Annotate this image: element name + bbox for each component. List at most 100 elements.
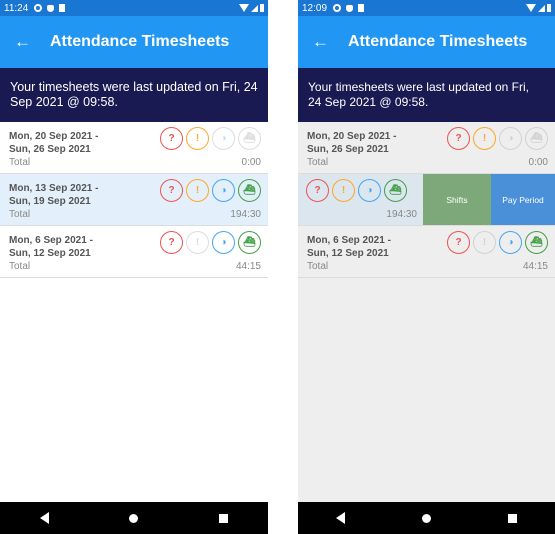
ship-icon[interactable]: ⛴ xyxy=(238,127,261,150)
total-value: 194:30 xyxy=(386,209,417,220)
settings-icon xyxy=(333,4,342,12)
week-range: Mon, 6 Sep 2021 - Sun, 12 Sep 2021 xyxy=(307,234,391,260)
nav-recents-icon[interactable] xyxy=(218,513,228,523)
week-end: Sun, 19 Sep 2021 xyxy=(9,196,91,207)
signal-icon xyxy=(538,4,545,12)
week-end: Sun, 26 Sep 2021 xyxy=(307,144,389,155)
timer-question-icon[interactable]: ? xyxy=(447,231,470,254)
timesheet-list: Mon, 20 Sep 2021 - Sun, 26 Sep 2021 ? ! … xyxy=(0,122,268,278)
nav-back-icon[interactable] xyxy=(336,512,346,524)
timer-question-icon[interactable]: ? xyxy=(306,179,329,202)
status-icons: ? ! ◑ ⛴ xyxy=(160,179,261,202)
android-nav-bar xyxy=(298,502,555,534)
week-range: Mon, 13 Sep 2021 - Sun, 19 Sep 2021 xyxy=(9,182,98,208)
status-icons: ? ! ◑ ⛴ xyxy=(447,231,548,254)
week-range: Mon, 20 Sep 2021 - Sun, 26 Sep 2021 xyxy=(9,130,98,156)
total-label: Total xyxy=(9,157,31,168)
status-icons: ? ! ◑ ⛴ xyxy=(160,127,261,150)
back-arrow-icon[interactable]: ← xyxy=(312,32,342,52)
timesheet-row[interactable]: Mon, 13 Sep 2021 - Sun, 19 Sep 2021 ? ! … xyxy=(0,174,268,226)
shifts-action-button[interactable]: Shifts xyxy=(423,174,491,225)
shield-icon xyxy=(47,4,55,12)
total-label: Total xyxy=(307,157,329,168)
timer-question-icon[interactable]: ? xyxy=(160,127,183,150)
android-nav-bar xyxy=(0,502,268,534)
wifi-icon xyxy=(239,4,249,12)
page-title: Attendance Timesheets xyxy=(50,33,230,50)
nav-home-icon[interactable] xyxy=(421,513,431,523)
meal-icon[interactable]: ◑ xyxy=(499,127,522,150)
total-label: Total xyxy=(9,209,31,220)
battery-icon xyxy=(260,4,264,12)
clock-alert-icon[interactable]: ! xyxy=(186,231,209,254)
sim-card-icon xyxy=(358,4,365,12)
last-updated-banner: Your timesheets were last updated on Fri… xyxy=(0,68,268,122)
ship-icon[interactable]: ⛴ xyxy=(525,127,548,150)
clock-alert-icon[interactable]: ! xyxy=(332,179,355,202)
status-icons: ? ! ◑ ⛴ xyxy=(160,231,261,254)
week-range: Mon, 6 Sep 2021 - Sun, 12 Sep 2021 xyxy=(9,234,93,260)
swiped-row-content[interactable]: ? ! ◑ ⛴ 194:30 xyxy=(298,174,423,225)
timesheet-list: Mon, 20 Sep 2021 - Sun, 26 Sep 2021 ? ! … xyxy=(298,122,555,278)
phone-screen-1: 11:24 ← Attendance Timesheets Your times… xyxy=(0,0,268,534)
total-value: 194:30 xyxy=(230,209,261,220)
wifi-icon xyxy=(526,4,536,12)
status-time: 11:24 xyxy=(4,2,29,14)
meal-icon[interactable]: ◑ xyxy=(358,179,381,202)
meal-icon[interactable]: ◑ xyxy=(212,179,235,202)
phone-screen-2: 12:09 ← Attendance Timesheets Your times… xyxy=(298,0,555,534)
app-bar: ← Attendance Timesheets xyxy=(0,16,268,68)
clock-alert-icon[interactable]: ! xyxy=(473,127,496,150)
clock-alert-icon[interactable]: ! xyxy=(186,127,209,150)
meal-icon[interactable]: ◑ xyxy=(499,231,522,254)
timesheet-row[interactable]: Mon, 6 Sep 2021 - Sun, 12 Sep 2021 ? ! ◑… xyxy=(0,226,268,278)
ship-icon[interactable]: ⛴ xyxy=(238,179,261,202)
total-label: Total xyxy=(307,261,329,272)
week-start: Mon, 6 Sep 2021 - xyxy=(9,235,93,246)
week-end: Sun, 12 Sep 2021 xyxy=(307,248,389,259)
status-icons: ? ! ◑ ⛴ xyxy=(306,179,407,202)
nav-recents-icon[interactable] xyxy=(507,513,517,523)
signal-icon xyxy=(251,4,258,12)
nav-home-icon[interactable] xyxy=(129,513,139,523)
meal-icon[interactable]: ◑ xyxy=(212,127,235,150)
ship-icon[interactable]: ⛴ xyxy=(238,231,261,254)
timer-question-icon[interactable]: ? xyxy=(160,179,183,202)
week-end: Sun, 12 Sep 2021 xyxy=(9,248,91,259)
clock-alert-icon[interactable]: ! xyxy=(186,179,209,202)
timer-question-icon[interactable]: ? xyxy=(447,127,470,150)
week-start: Mon, 13 Sep 2021 - xyxy=(9,183,99,194)
ship-icon[interactable]: ⛴ xyxy=(384,179,407,202)
back-arrow-icon[interactable]: ← xyxy=(14,32,44,52)
shield-icon xyxy=(346,4,354,12)
page-title: Attendance Timesheets xyxy=(348,33,528,50)
timesheet-row[interactable]: Mon, 20 Sep 2021 - Sun, 26 Sep 2021 ? ! … xyxy=(298,122,555,174)
status-time: 12:09 xyxy=(302,2,328,14)
settings-icon xyxy=(34,4,43,12)
week-range: Mon, 20 Sep 2021 - Sun, 26 Sep 2021 xyxy=(307,130,396,156)
swiped-timesheet-row[interactable]: ? ! ◑ ⛴ 194:30 Shifts Pay Period xyxy=(298,174,555,226)
week-start: Mon, 20 Sep 2021 - xyxy=(307,131,397,142)
meal-icon[interactable]: ◑ xyxy=(212,231,235,254)
nav-back-icon[interactable] xyxy=(40,512,50,524)
status-bar: 11:24 xyxy=(0,0,268,16)
total-value: 44:15 xyxy=(235,261,261,272)
app-bar: ← Attendance Timesheets xyxy=(298,16,555,68)
total-value: 0:00 xyxy=(528,157,548,168)
battery-icon xyxy=(547,4,551,12)
timer-question-icon[interactable]: ? xyxy=(160,231,183,254)
status-icons: ? ! ◑ ⛴ xyxy=(447,127,548,150)
ship-icon[interactable]: ⛴ xyxy=(525,231,548,254)
week-start: Mon, 6 Sep 2021 - xyxy=(307,235,391,246)
timesheet-row[interactable]: Mon, 20 Sep 2021 - Sun, 26 Sep 2021 ? ! … xyxy=(0,122,268,174)
pay-period-action-button[interactable]: Pay Period xyxy=(491,174,555,225)
total-value: 44:15 xyxy=(522,261,548,272)
status-bar: 12:09 xyxy=(298,0,555,16)
last-updated-banner: Your timesheets were last updated on Fri… xyxy=(298,68,555,122)
week-start: Mon, 20 Sep 2021 - xyxy=(9,131,99,142)
sim-card-icon xyxy=(59,4,66,12)
total-value: 0:00 xyxy=(241,157,261,168)
timesheet-row[interactable]: Mon, 6 Sep 2021 - Sun, 12 Sep 2021 ? ! ◑… xyxy=(298,226,555,278)
week-end: Sun, 26 Sep 2021 xyxy=(9,144,91,155)
clock-alert-icon[interactable]: ! xyxy=(473,231,496,254)
